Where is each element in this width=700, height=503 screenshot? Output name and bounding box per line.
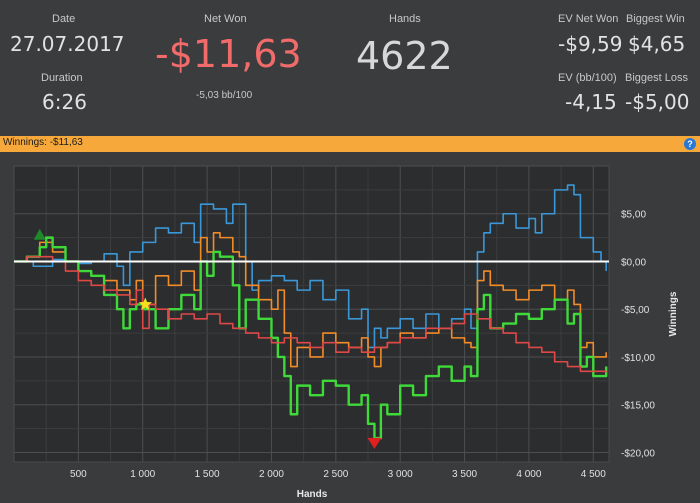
y-tick-label: -$10,00 xyxy=(621,353,655,364)
date-label: Date xyxy=(52,13,76,25)
y-axis-label: Winnings xyxy=(668,291,679,336)
ev-bb-value: -4,15 xyxy=(565,90,617,114)
duration-value: 6:26 xyxy=(42,90,87,114)
ev-net-won-value: -$9,59 xyxy=(558,32,623,56)
x-ticks: 500 1 000 1 500 2 000 2 500 3 000 3 500 4 000 4 … xyxy=(70,469,606,480)
biggest-win-value: $4,65 xyxy=(628,32,686,56)
winnings-header-label: Winnings: xyxy=(3,137,47,148)
x-tick-label: 2 000 xyxy=(259,469,284,480)
net-won-value: -$11,63 xyxy=(155,32,302,76)
winnings-header-value: -$11,63 xyxy=(49,137,83,148)
y-tick-label: $5,00 xyxy=(621,210,646,221)
biggest-win-label: Biggest Win xyxy=(626,13,685,25)
duration-label: Duration xyxy=(41,72,83,84)
y-tick-label: $0,00 xyxy=(621,257,646,268)
winnings-chart-svg: 500 1 000 1 500 2 000 2 500 3 000 3 500 4 000 4 … xyxy=(13,165,679,500)
x-tick-label: 3 500 xyxy=(452,469,477,480)
winnings-header-bar: Winnings: -$11,63 ? xyxy=(0,136,700,152)
x-tick-label: 2 500 xyxy=(323,469,348,480)
x-tick-label: 4 500 xyxy=(581,469,606,480)
x-tick-label: 500 xyxy=(70,469,87,480)
y-ticks: $5,00 $0,00 -$5,00 -$10,00 -$15,00 -$20,00 xyxy=(621,210,655,460)
x-axis-label: Hands xyxy=(297,489,328,499)
help-icon[interactable]: ? xyxy=(684,138,696,150)
ev-bb-label: EV (bb/100) xyxy=(558,72,617,84)
winnings-header-text: Winnings: -$11,63 xyxy=(3,137,83,148)
x-tick-label: 3 000 xyxy=(388,469,413,480)
ev-net-won-label: EV Net Won xyxy=(558,13,619,25)
hands-value: 4622 xyxy=(356,34,453,78)
y-tick-label: -$15,00 xyxy=(621,401,655,412)
x-tick-label: 1 500 xyxy=(195,469,220,480)
winnings-chart: 500 1 000 1 500 2 000 2 500 3 000 3 500 4 000 4 … xyxy=(0,152,700,500)
net-won-bb: -5,03 bb/100 xyxy=(196,90,253,101)
x-tick-label: 4 000 xyxy=(516,469,541,480)
hands-label: Hands xyxy=(389,13,421,25)
biggest-loss-value: -$5,00 xyxy=(625,90,690,114)
y-tick-label: -$20,00 xyxy=(621,448,655,459)
date-value: 27.07.2017 xyxy=(10,32,125,56)
net-won-label: Net Won xyxy=(204,13,247,25)
stats-panel: Date 27.07.2017 Duration 6:26 Net Won -$… xyxy=(0,0,700,136)
y-tick-label: -$5,00 xyxy=(621,305,650,316)
x-tick-label: 1 000 xyxy=(130,469,155,480)
biggest-loss-label: Biggest Loss xyxy=(625,72,688,84)
